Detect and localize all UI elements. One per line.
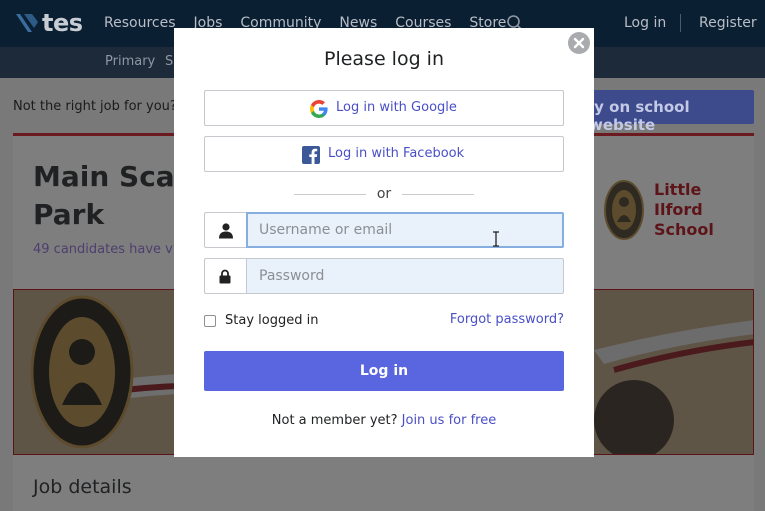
user-icon (219, 223, 233, 239)
modal-title: Please log in (323, 48, 445, 70)
school-name: Little Ilford School (654, 180, 714, 240)
school-name-line-1: Little (654, 180, 702, 199)
job-details-heading: Job details (33, 476, 132, 498)
stay-logged-in-checkbox[interactable] (204, 314, 216, 327)
join-link[interactable]: Join us for free (402, 413, 497, 428)
username-addon (204, 212, 247, 248)
google-login-label: Log in with Google (336, 100, 457, 115)
google-login-button[interactable]: Log in with Google (204, 90, 564, 126)
brand-name: tes (42, 9, 83, 37)
or-separator: or (294, 185, 474, 205)
close-icon (573, 37, 585, 49)
not-right-job-text: Not the right job for you? R (13, 99, 190, 114)
candidates-viewed-text: 49 candidates have vie (33, 242, 185, 257)
stay-logged-in-option[interactable]: Stay logged in (204, 313, 318, 328)
apply-on-school-website-button[interactable]: ly on school website (567, 90, 754, 134)
close-button[interactable] (568, 32, 590, 54)
not-member-text: Not a member yet? (271, 413, 398, 428)
school-name-line-3: School (654, 220, 714, 239)
nav-divider (680, 14, 681, 32)
facebook-icon (302, 146, 320, 164)
username-input[interactable] (246, 212, 564, 248)
username-field-group (204, 212, 564, 248)
stay-logged-in-label: Stay logged in (225, 313, 319, 328)
forgot-password-link[interactable]: Forgot password? (450, 312, 564, 327)
school-name-line-2: Ilford (654, 200, 703, 219)
signup-prompt: Not a member yet? Join us for free (174, 413, 594, 428)
facebook-login-button[interactable]: Log in with Facebook (204, 136, 564, 172)
nav-login-link[interactable]: Log in (624, 15, 666, 31)
tes-logo[interactable]: tes (14, 9, 83, 37)
not-right-prefix: Not the right job for you? (13, 99, 177, 114)
google-icon (310, 100, 328, 118)
login-submit-button[interactable]: Log in (204, 351, 564, 391)
nav-link-resources[interactable]: Resources (104, 15, 176, 31)
facebook-login-label: Log in with Facebook (328, 146, 465, 161)
password-addon (204, 258, 247, 294)
lock-icon (219, 269, 231, 284)
password-input[interactable] (246, 258, 564, 294)
nav-register-link[interactable]: Register (699, 15, 757, 31)
login-modal: Please log in Log in with Google Log in … (174, 28, 594, 457)
password-field-group (204, 258, 564, 294)
or-line-right (402, 194, 474, 195)
logo-mark-icon (16, 14, 38, 32)
subnav-item-primary[interactable]: Primary (105, 54, 155, 69)
text-cursor-icon (493, 231, 499, 247)
subnav-item-secondary[interactable]: S (165, 54, 173, 69)
school-crest-icon (604, 180, 644, 240)
